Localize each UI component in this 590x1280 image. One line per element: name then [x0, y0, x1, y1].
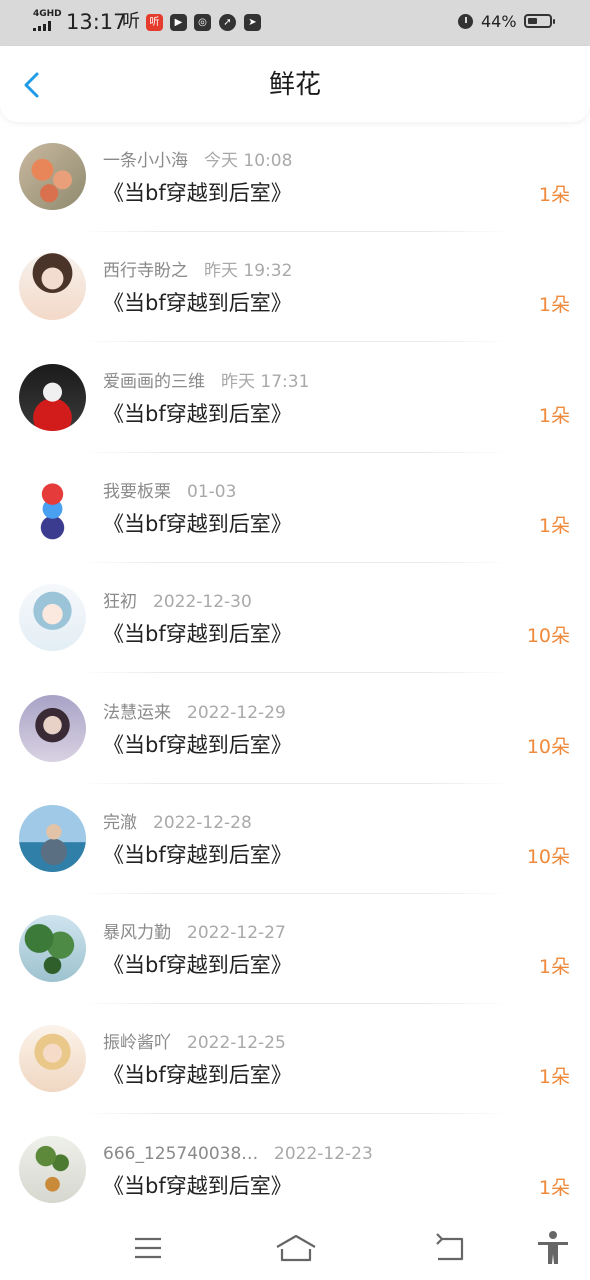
user-name[interactable]: 狂初 [103, 590, 137, 614]
work-title: 《当bf穿越到后室》 [103, 511, 292, 536]
page-title: 鲜花 [268, 70, 321, 100]
back-nav-icon[interactable] [430, 1230, 470, 1266]
plant-vase-avatar[interactable] [19, 1135, 86, 1203]
ting-app-icon: 听 [146, 14, 163, 31]
work-title: 《当bf穿越到后室》 [103, 181, 292, 205]
user-name[interactable]: 暴风力勤 [103, 921, 171, 945]
portrait-avatar[interactable] [19, 694, 86, 762]
gift-time: 2022-12-28 [153, 812, 252, 833]
video-app-icon: ▶ [170, 14, 187, 31]
girl-avatar[interactable] [19, 253, 86, 321]
user-name[interactable]: 一条小小海 [103, 149, 188, 173]
list-item[interactable]: 666_125740038… 2022-12-23 《当bf穿越到后室》 1朵 [0, 1115, 590, 1225]
list-item[interactable]: 爱画画的三维 昨天 17:31 《当bf穿越到后室》 1朵 [0, 343, 590, 453]
list-item[interactable]: 西行寺盼之 昨天 19:32 《当bf穿越到后室》 1朵 [0, 232, 590, 343]
flower-count: 1朵 [538, 184, 570, 206]
gift-time: 昨天 17:31 [221, 371, 310, 392]
clock-time: 13:17 [66, 10, 127, 34]
list-item[interactable]: 狂初 2022-12-30 《当bf穿越到后室》 10朵 [0, 563, 590, 674]
battery-icon [524, 14, 555, 28]
alarm-icon [458, 14, 473, 29]
browser-app-icon: ◎ [194, 14, 211, 31]
flower-count: 1朵 [538, 294, 570, 317]
blonde-girl-avatar[interactable] [19, 1025, 86, 1093]
flower-count: 10朵 [526, 845, 570, 868]
flower-count: 10朵 [526, 625, 570, 648]
sea-avatar[interactable] [19, 804, 86, 872]
system-nav-bar [0, 1218, 590, 1280]
list-item[interactable]: 一条小小海 今天 10:08 《当bf穿越到后室》 1朵 [0, 122, 590, 232]
dark-character-avatar[interactable] [19, 363, 86, 431]
user-name[interactable]: 法慧运来 [103, 701, 171, 725]
cartoon-boy-avatar[interactable] [19, 473, 86, 541]
battery-percent: 44% [481, 12, 517, 31]
gift-time: 2022-12-25 [187, 1033, 286, 1054]
send-app-icon: ➤ [244, 14, 261, 31]
flower-count: 1朵 [538, 1066, 570, 1089]
user-name[interactable]: 完澈 [103, 811, 137, 835]
list-item[interactable]: 完澈 2022-12-28 《当bf穿越到后室》 10朵 [0, 784, 590, 894]
user-name[interactable]: 爱画画的三维 [103, 370, 205, 394]
gift-time: 01-03 [187, 481, 237, 502]
work-title: 《当bf穿越到后室》 [103, 622, 292, 647]
user-name[interactable]: 西行寺盼之 [103, 259, 188, 283]
work-title: 《当bf穿越到后室》 [103, 291, 292, 316]
app-header: 鲜花 [0, 46, 590, 122]
flower-count: 1朵 [538, 404, 570, 427]
work-title: 《当bf穿越到后室》 [103, 401, 292, 426]
work-title: 《当bf穿越到后室》 [103, 732, 292, 757]
flower-count: 1朵 [538, 1176, 570, 1199]
work-title: 《当bf穿越到后室》 [103, 1173, 292, 1198]
user-name[interactable]: 666_125740038… [103, 1142, 258, 1166]
gift-time: 2022-12-27 [187, 923, 286, 944]
menu-icon[interactable] [128, 1230, 168, 1266]
flower-count: 10朵 [526, 735, 570, 758]
home-icon[interactable] [274, 1230, 318, 1266]
flower-count: 1朵 [538, 956, 570, 979]
user-name[interactable]: 我要板栗 [103, 480, 171, 504]
anime-girl-avatar[interactable] [19, 584, 86, 652]
signal-icon [33, 21, 59, 31]
ting-label: 听 [122, 11, 140, 32]
flower-count: 1朵 [538, 514, 570, 537]
gift-time: 2022-12-29 [187, 702, 286, 723]
network-type: 4GHD [33, 9, 62, 19]
status-bar: 4GHD 13:17 听 听 ▶ ◎ ➚ ➤ 44% [0, 0, 590, 46]
work-title: 《当bf穿越到后室》 [103, 953, 292, 978]
flowers-avatar[interactable] [19, 143, 86, 210]
list-item[interactable]: 暴风力勤 2022-12-27 《当bf穿越到后室》 1朵 [0, 894, 590, 1005]
list-item[interactable]: 我要板栗 01-03 《当bf穿越到后室》 1朵 [0, 453, 590, 563]
list-item[interactable]: 振岭酱吖 2022-12-25 《当bf穿越到后室》 1朵 [0, 1004, 590, 1115]
accessibility-icon[interactable] [533, 1230, 573, 1266]
work-title: 《当bf穿越到后室》 [103, 842, 292, 867]
tree-avatar[interactable] [19, 915, 86, 983]
list-item[interactable]: 法慧运来 2022-12-29 《当bf穿越到后室》 10朵 [0, 674, 590, 784]
gift-time: 2022-12-30 [153, 592, 252, 613]
user-name[interactable]: 振岭酱吖 [103, 1031, 171, 1055]
gift-time: 昨天 19:32 [204, 261, 293, 282]
work-title: 《当bf穿越到后室》 [103, 1063, 292, 1088]
gift-time: 2022-12-23 [274, 1143, 373, 1164]
compass-app-icon: ➚ [219, 14, 236, 31]
gift-time: 今天 10:08 [204, 151, 293, 171]
